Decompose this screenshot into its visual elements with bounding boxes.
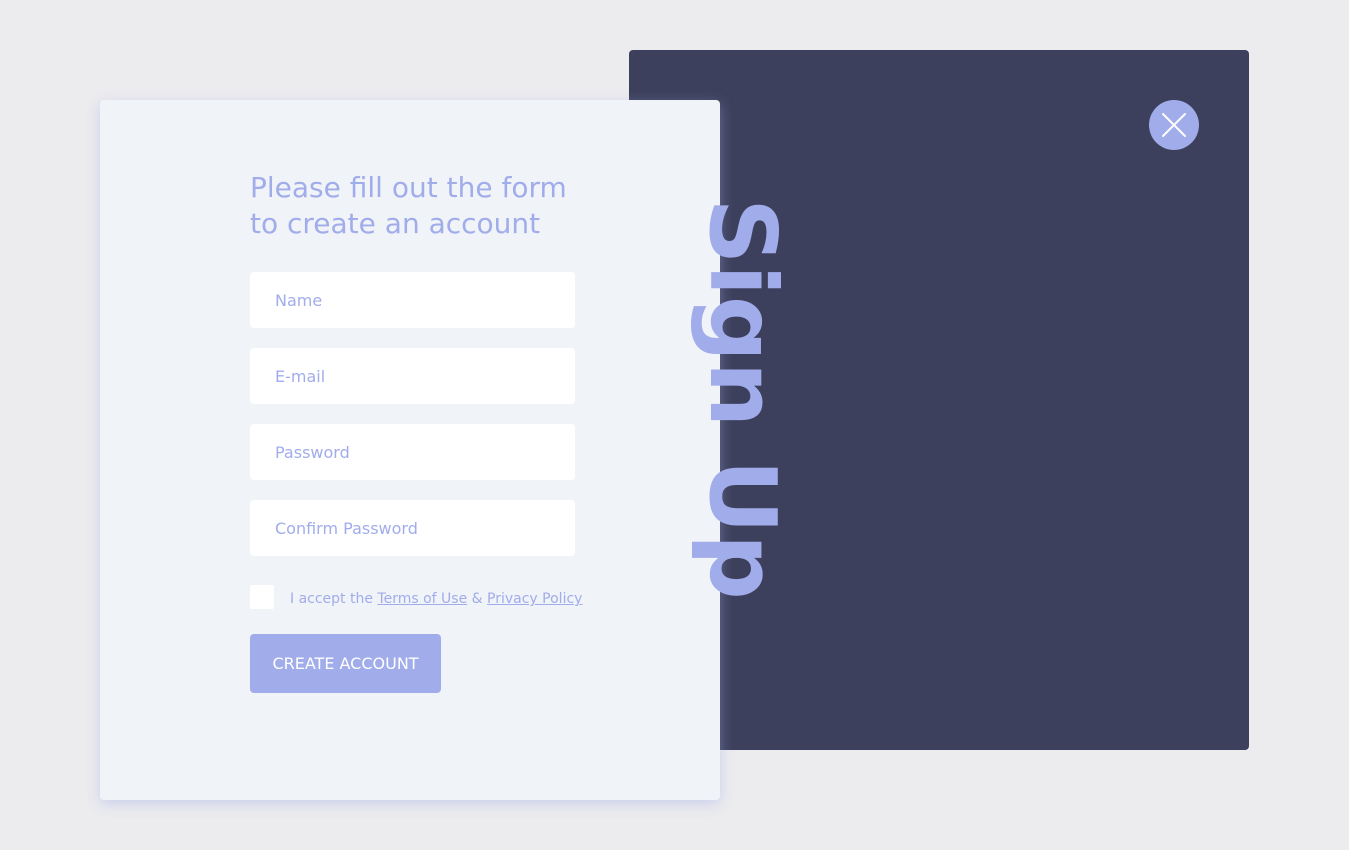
terms-label: I accept the Terms of Use & Privacy Poli…: [290, 591, 582, 607]
terms-separator: &: [471, 591, 483, 607]
create-account-button[interactable]: CREATE ACCOUNT: [250, 634, 441, 693]
signup-form: Please fill out the form to create an ac…: [250, 170, 582, 693]
signup-title-container: Sign Up: [689, 198, 796, 600]
terms-of-use-link[interactable]: Terms of Use: [377, 591, 467, 607]
signup-form-card: Please fill out the form to create an ac…: [100, 100, 720, 800]
terms-checkbox[interactable]: [250, 585, 274, 609]
password-field[interactable]: [250, 424, 575, 480]
signup-modal: Please fill out the form to create an ac…: [0, 0, 1349, 850]
close-icon: [1162, 113, 1186, 137]
name-field[interactable]: [250, 272, 575, 328]
email-field[interactable]: [250, 348, 575, 404]
form-heading: Please fill out the form to create an ac…: [250, 171, 567, 240]
privacy-policy-link[interactable]: Privacy Policy: [487, 591, 582, 607]
terms-prefix: I accept the: [290, 591, 373, 607]
terms-row: I accept the Terms of Use & Privacy Poli…: [250, 584, 582, 610]
signup-title: Sign Up: [689, 198, 796, 600]
close-button[interactable]: [1149, 100, 1199, 150]
confirm-password-field[interactable]: [250, 500, 575, 556]
